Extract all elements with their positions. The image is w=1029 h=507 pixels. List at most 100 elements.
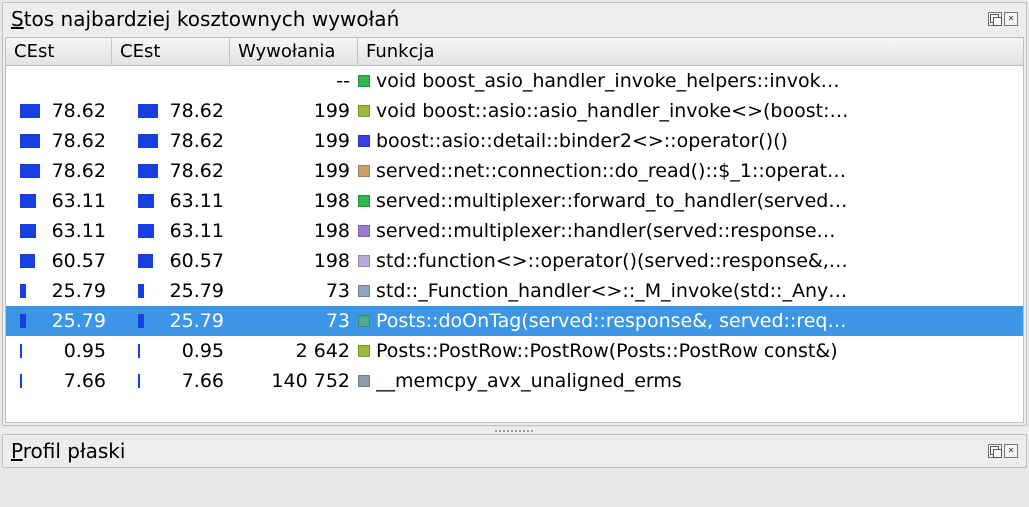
cost-cell: 0.95	[6, 340, 112, 362]
col-cest-1[interactable]: CEst	[6, 38, 112, 65]
calls-cell: 2 642	[230, 340, 358, 362]
cost-cell: 25.79	[112, 310, 230, 332]
table-header: CEst CEst Wywołania Funkcja	[6, 38, 1023, 66]
cost-cell: 63.11	[6, 190, 112, 212]
title-rest: rofil płaski	[23, 439, 126, 463]
function-color-icon	[358, 285, 370, 297]
flat-profile-title: Profil płaski	[11, 439, 988, 463]
table-row[interactable]: 78.6278.62199served::net::connection::do…	[6, 156, 1023, 186]
calls-cell: 199	[230, 160, 358, 182]
function-name: std::function<>::operator()(served::resp…	[376, 250, 1017, 272]
cost-bar-icon	[138, 374, 164, 388]
cost-bar-icon	[138, 224, 164, 238]
cost-bar-icon	[20, 344, 46, 358]
call-stack-title: Stos najbardziej kosztownych wywołań	[11, 7, 988, 31]
function-color-icon	[358, 195, 370, 207]
close-icon[interactable]	[1004, 12, 1018, 26]
function-name: served::multiplexer::forward_to_handler(…	[376, 190, 1017, 212]
calls-cell: 199	[230, 100, 358, 122]
detach-icon[interactable]	[988, 444, 1002, 458]
table-body: -- void boost_asio_handler_invoke_helpers…	[6, 66, 1023, 396]
cost-value: 60.57	[52, 250, 106, 272]
cost-value: 25.79	[52, 310, 106, 332]
cost-value: 25.79	[170, 280, 224, 302]
function-name: void boost_asio_handler_invoke_helpers::…	[376, 70, 1017, 92]
cost-cell: 63.11	[6, 220, 112, 242]
cost-bar-icon	[138, 194, 164, 208]
function-color-icon	[358, 75, 370, 87]
cost-cell: 25.79	[112, 280, 230, 302]
cost-cell: 78.62	[112, 130, 230, 152]
cost-cell: 78.62	[6, 160, 112, 182]
calls-cell: --	[230, 70, 358, 92]
col-cest-2[interactable]: CEst	[112, 38, 230, 65]
cost-cell: 63.11	[112, 190, 230, 212]
table-row[interactable]: 78.62 78.62 199 void boost::asio::asio_hand…	[6, 96, 1023, 126]
calls-cell: 199	[230, 130, 358, 152]
col-calls[interactable]: Wywołania	[230, 38, 358, 65]
function-cell: Posts::PostRow::PostRow(Posts::PostRow c…	[358, 340, 1017, 362]
function-cell: std::function<>::operator()(served::resp…	[358, 250, 1017, 272]
calls-cell: 140 752	[230, 370, 358, 392]
function-name: void boost::asio::asio_handler_invoke<>(…	[376, 100, 1017, 122]
function-name: served::multiplexer::handler(served::res…	[376, 220, 1017, 242]
function-cell: std::_Function_handler<>::_M_invoke(std:…	[358, 280, 1017, 302]
cost-cell: 63.11	[112, 220, 230, 242]
cost-bar-icon	[138, 104, 164, 118]
table-empty-space	[6, 396, 1023, 422]
cost-bar-icon	[20, 224, 46, 238]
close-icon[interactable]	[1004, 444, 1018, 458]
cost-bar-icon	[138, 284, 164, 298]
cost-cell: 60.57	[6, 250, 112, 272]
cost-bar-icon	[138, 134, 164, 148]
flat-profile-header: Profil płaski	[3, 435, 1026, 467]
calls-cell: 198	[230, 220, 358, 242]
cost-value: 7.66	[170, 370, 224, 392]
cost-cell: 25.79	[6, 280, 112, 302]
table-row[interactable]: 60.57 60.57 198 std::function<>::operator()…	[6, 246, 1023, 276]
table-row[interactable]: 25.79 25.79 73 std::_Function_handler<>::_M…	[6, 276, 1023, 306]
cost-value: 0.95	[170, 340, 224, 362]
function-name: Posts::PostRow::PostRow(Posts::PostRow c…	[376, 340, 1017, 362]
calls-cell: 73	[230, 310, 358, 332]
function-color-icon	[358, 315, 370, 327]
cost-value: 63.11	[52, 220, 106, 242]
cost-cell: 78.62	[112, 160, 230, 182]
table-row[interactable]: 0.95 0.95 2 642 Posts::PostRow::PostRow(Pos…	[6, 336, 1023, 366]
cost-cell: 7.66	[6, 370, 112, 392]
cost-bar-icon	[138, 314, 164, 328]
table-row[interactable]: 25.7925.7973Posts::doOnTag(served::respo…	[6, 306, 1023, 336]
cost-bar-icon	[138, 254, 164, 268]
cost-value: 25.79	[170, 310, 224, 332]
cost-bar-icon	[138, 344, 164, 358]
function-color-icon	[358, 105, 370, 117]
function-name: served::net::connection::do_read()::$_1:…	[376, 160, 1017, 182]
table-row[interactable]: -- void boost_asio_handler_invoke_helpers…	[6, 66, 1023, 96]
table-row[interactable]: 78.6278.62199boost::asio::detail::binder…	[6, 126, 1023, 156]
cost-cell: 78.62	[6, 130, 112, 152]
flat-profile-panel: Profil płaski	[2, 434, 1027, 468]
cost-value: 7.66	[52, 370, 106, 392]
cost-cell: 25.79	[6, 310, 112, 332]
table-row[interactable]: 63.1163.11198served::multiplexer::forwar…	[6, 186, 1023, 216]
function-color-icon	[358, 135, 370, 147]
cost-value: 78.62	[170, 100, 224, 122]
cost-value: 63.11	[170, 220, 224, 242]
function-name: __memcpy_avx_unaligned_erms	[376, 370, 1017, 392]
title-accel-char: S	[11, 7, 24, 31]
table-row[interactable]: 63.11 63.11 198 served::multiplexer::handle…	[6, 216, 1023, 246]
col-function[interactable]: Funkcja	[358, 38, 1023, 65]
function-cell: served::net::connection::do_read()::$_1:…	[358, 160, 1017, 182]
function-cell: void boost::asio::asio_handler_invoke<>(…	[358, 100, 1017, 122]
cost-value: 78.62	[52, 130, 106, 152]
function-cell: served::multiplexer::forward_to_handler(…	[358, 190, 1017, 212]
calls-cell: 73	[230, 280, 358, 302]
cost-cell: 78.62	[6, 100, 112, 122]
function-name: std::_Function_handler<>::_M_invoke(std:…	[376, 280, 1017, 302]
table-row[interactable]: 7.66 7.66 140 752 __memcpy_avx_unaligned_er…	[6, 366, 1023, 396]
function-color-icon	[358, 165, 370, 177]
calls-cell: 198	[230, 250, 358, 272]
detach-icon[interactable]	[988, 12, 1002, 26]
function-color-icon	[358, 255, 370, 267]
cost-value: 60.57	[170, 250, 224, 272]
